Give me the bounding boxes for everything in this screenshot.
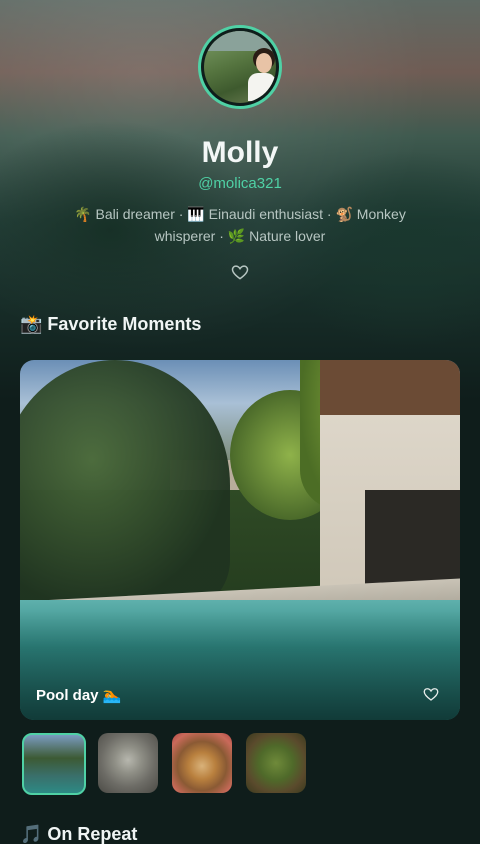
like-profile-button[interactable] [230,262,250,282]
avatar-image [204,31,276,103]
heart-outline-icon [231,265,249,280]
thumbnail-monkey[interactable] [98,733,158,793]
profile-handle[interactable]: @molica321 [0,175,480,192]
avatar[interactable] [198,25,282,109]
thumbnail-food[interactable] [172,733,232,793]
on-repeat-title: 🎵 On Repeat [20,824,138,844]
profile-name: Molly [201,136,279,169]
like-moment-button[interactable] [422,685,440,703]
favorite-moments-title: 📸 Favorite Moments [20,314,202,334]
profile-bio: 🌴 Bali dreamer · 🎹 Einaudi enthusiast · … [74,206,406,244]
featured-moment-card[interactable]: Pool day 🏊 [20,360,460,720]
moment-caption: Pool day 🏊 [36,687,122,704]
thumbnail-plants[interactable] [246,733,306,793]
thumbnail-pool[interactable] [22,733,86,795]
heart-outline-icon [423,688,439,701]
